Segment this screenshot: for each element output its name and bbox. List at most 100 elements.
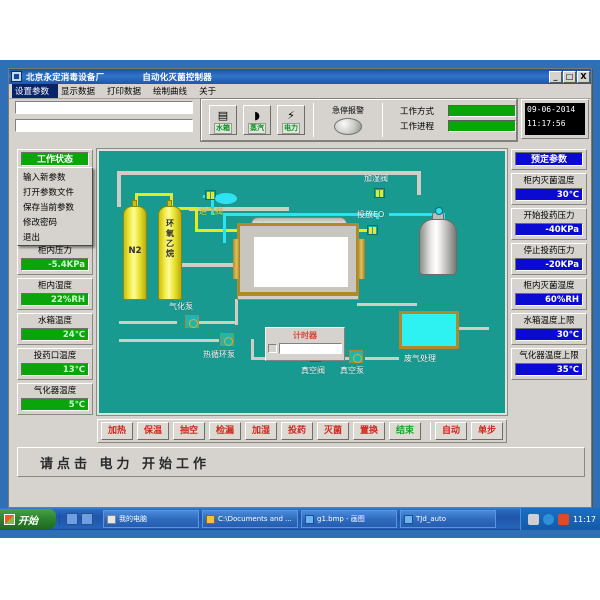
work-progress-row: 工作进程 xyxy=(400,120,516,132)
folder-icon xyxy=(206,514,215,524)
dropdown-item-exit[interactable]: 退出 xyxy=(18,229,92,244)
steam-button[interactable]: ◗ 蒸汽 xyxy=(243,105,271,135)
work-mode-value xyxy=(448,105,516,117)
work-progress-value xyxy=(448,120,516,132)
mode-button-stepwise[interactable]: 单步 xyxy=(471,422,503,440)
pipe-pump-to-waste xyxy=(365,357,399,360)
setpoint-sterilize-temp[interactable]: 柜内灭菌温度 30℃ xyxy=(511,173,587,205)
quick-launch-bar xyxy=(59,513,99,525)
action-button-sterilize[interactable]: 灭菌 xyxy=(317,422,349,440)
taskbar-item-tjd-auto[interactable]: TJd_auto xyxy=(400,510,496,528)
start-button[interactable]: 开始 xyxy=(0,509,56,529)
vaporizer-pump[interactable] xyxy=(185,315,199,328)
setpoint-stop-dose-pressure[interactable]: 停止投药压力 -20KPa xyxy=(511,243,587,275)
parameter-field-2[interactable] xyxy=(15,119,193,132)
setpoint-water-tank-temp-limit[interactable]: 水箱温度上限 30℃ xyxy=(511,313,587,345)
power-button[interactable]: ⚡ 电力 xyxy=(277,105,305,135)
setpoint-label: 柜内灭菌温度 xyxy=(523,176,575,186)
work-mode-label: 工作方式 xyxy=(400,107,435,117)
shield-icon[interactable] xyxy=(542,513,554,525)
maximize-button[interactable]: □ xyxy=(563,70,576,83)
sterilization-chamber[interactable] xyxy=(237,223,359,295)
my-computer-icon xyxy=(107,514,116,524)
action-button-heat[interactable]: 加热 xyxy=(101,422,133,440)
action-button-humidify[interactable]: 加湿 xyxy=(245,422,277,440)
setpoint-label: 停止投药压力 xyxy=(523,246,575,256)
dropdown-item-open-file[interactable]: 打开参数文件 xyxy=(18,184,92,199)
waste-gas-treatment-label: 废气处理 xyxy=(404,354,436,363)
clock-panel: 09-06-2014 11:17:56 xyxy=(521,99,589,139)
emergency-stop-led[interactable] xyxy=(334,118,362,135)
parameter-field-1[interactable] xyxy=(15,101,193,114)
status-fields: 工作方式 工作进程 xyxy=(391,105,516,135)
dropdown-item-change-password[interactable]: 修改密码 xyxy=(18,214,92,229)
action-button-finish[interactable]: 结束 xyxy=(389,422,421,440)
menu-item-settings[interactable]: 设置参数 xyxy=(12,84,59,98)
timer-input[interactable] xyxy=(279,343,342,354)
humidify-valve[interactable] xyxy=(374,188,385,198)
taskbar-item-paint[interactable]: g1.bmp - 画图 xyxy=(301,510,397,528)
menu-item-about[interactable]: 关于 xyxy=(196,84,225,98)
minimize-button[interactable]: _ xyxy=(549,70,562,83)
setpoint-sterilize-humidity[interactable]: 柜内灭菌湿度 60%RH xyxy=(511,278,587,310)
reading-label: 水箱温度 xyxy=(37,316,72,326)
close-button[interactable]: X xyxy=(577,70,590,83)
window-title-left: 北京永定消毒设备厂 xyxy=(26,72,105,83)
action-button-evacuate[interactable]: 抽空 xyxy=(173,422,205,440)
menu-item-draw-curve[interactable]: 绘制曲线 xyxy=(150,84,196,98)
pipe-cyan-intake-riser xyxy=(223,213,226,243)
taskbar-clock: 11:17 xyxy=(572,514,596,524)
app-icon xyxy=(11,71,22,82)
volume-icon[interactable] xyxy=(557,513,569,525)
browser-icon[interactable] xyxy=(66,513,78,525)
action-bar-separator xyxy=(430,422,431,440)
intake-valve-label: 进气阀 xyxy=(199,207,223,216)
window-title-right: 自动化灭菌控制器 xyxy=(142,72,212,83)
vacuum-pump[interactable] xyxy=(349,350,363,363)
timer-checkbox[interactable] xyxy=(268,344,277,353)
water-tank-button[interactable]: ▤ 水箱 xyxy=(209,105,237,135)
power-bolt-icon: ⚡ xyxy=(287,108,295,122)
chamber-door-left xyxy=(233,239,240,279)
top-toolbar-row: ▤ 水箱 ◗ 蒸汽 ⚡ 电力 急停报警 工作方式 工作进程 09-06-2014… xyxy=(9,98,593,143)
work-progress-label: 工作进程 xyxy=(400,122,435,132)
waste-gas-treatment-unit[interactable] xyxy=(399,311,459,349)
application-window: 北京永定消毒设备厂 自动化灭菌控制器 _ □ X 设置参数 显示数据 打印数据 … xyxy=(8,68,592,508)
action-button-keep-warm[interactable]: 保温 xyxy=(137,422,169,440)
vaporizer-pump-label: 气化泵 xyxy=(169,302,193,311)
setpoint-start-dose-pressure[interactable]: 开始投药压力 -40KPa xyxy=(511,208,587,240)
dropdown-item-save-parameters[interactable]: 保存当前参数 xyxy=(18,199,92,214)
taskbar-item-label: g1.bmp - 画图 xyxy=(317,515,365,523)
menu-item-display-data[interactable]: 显示数据 xyxy=(58,84,104,98)
dose-eo-valve[interactable] xyxy=(367,225,378,235)
process-action-bar: 加热 保温 抽空 检漏 加湿 投药 灭菌 置换 结束 自动 单步 xyxy=(97,419,507,443)
heat-circulation-pump[interactable] xyxy=(220,333,234,346)
dropdown-item-new-parameters[interactable]: 输入新参数 xyxy=(18,169,92,184)
taskbar-item-my-computer[interactable]: 我的电脑 xyxy=(103,510,199,528)
menu-item-print-data[interactable]: 打印数据 xyxy=(104,84,150,98)
water-tank-icon: ▤ xyxy=(217,108,229,122)
emergency-stop-group[interactable]: 急停报警 xyxy=(322,105,374,135)
network-icon[interactable] xyxy=(527,513,539,525)
media-icon[interactable] xyxy=(81,513,93,525)
vacuum-valve-label: 真空阀 xyxy=(301,366,325,375)
process-mimic-diagram: N2 环氧乙烷 投放EO 进气阀 加湿阀 气化泵 热循环泵 真空阀 真空泵 废气… xyxy=(96,148,508,416)
toolbar-separator-2 xyxy=(382,103,383,137)
pipe-chamber-drain xyxy=(251,339,254,359)
action-button-leak-test[interactable]: 检漏 xyxy=(209,422,241,440)
setpoint-label: 柜内灭菌湿度 xyxy=(523,281,575,291)
setpoint-vaporizer-temp-limit[interactable]: 气化器温度上限 35℃ xyxy=(511,348,587,380)
pipe-top-right-down xyxy=(417,171,421,195)
right-panel-header: 预定参数 xyxy=(515,152,583,166)
setpoint-value: 30℃ xyxy=(515,188,583,201)
mode-button-auto[interactable]: 自动 xyxy=(435,422,467,440)
pipe-chamber-return xyxy=(235,299,238,325)
setpoint-value: 30℃ xyxy=(515,328,583,341)
setpoint-value: 35℃ xyxy=(515,363,583,376)
toolbar-panel: ▤ 水箱 ◗ 蒸汽 ⚡ 电力 急停报警 工作方式 工作进程 xyxy=(200,98,518,142)
taskbar-task-list: 我的电脑 C:\Documents and ... g1.bmp - 画图 TJ… xyxy=(99,510,520,528)
taskbar-item-documents-folder[interactable]: C:\Documents and ... xyxy=(202,510,298,528)
action-button-dose[interactable]: 投药 xyxy=(281,422,313,440)
action-button-replace[interactable]: 置换 xyxy=(353,422,385,440)
steam-tank[interactable] xyxy=(419,219,457,275)
